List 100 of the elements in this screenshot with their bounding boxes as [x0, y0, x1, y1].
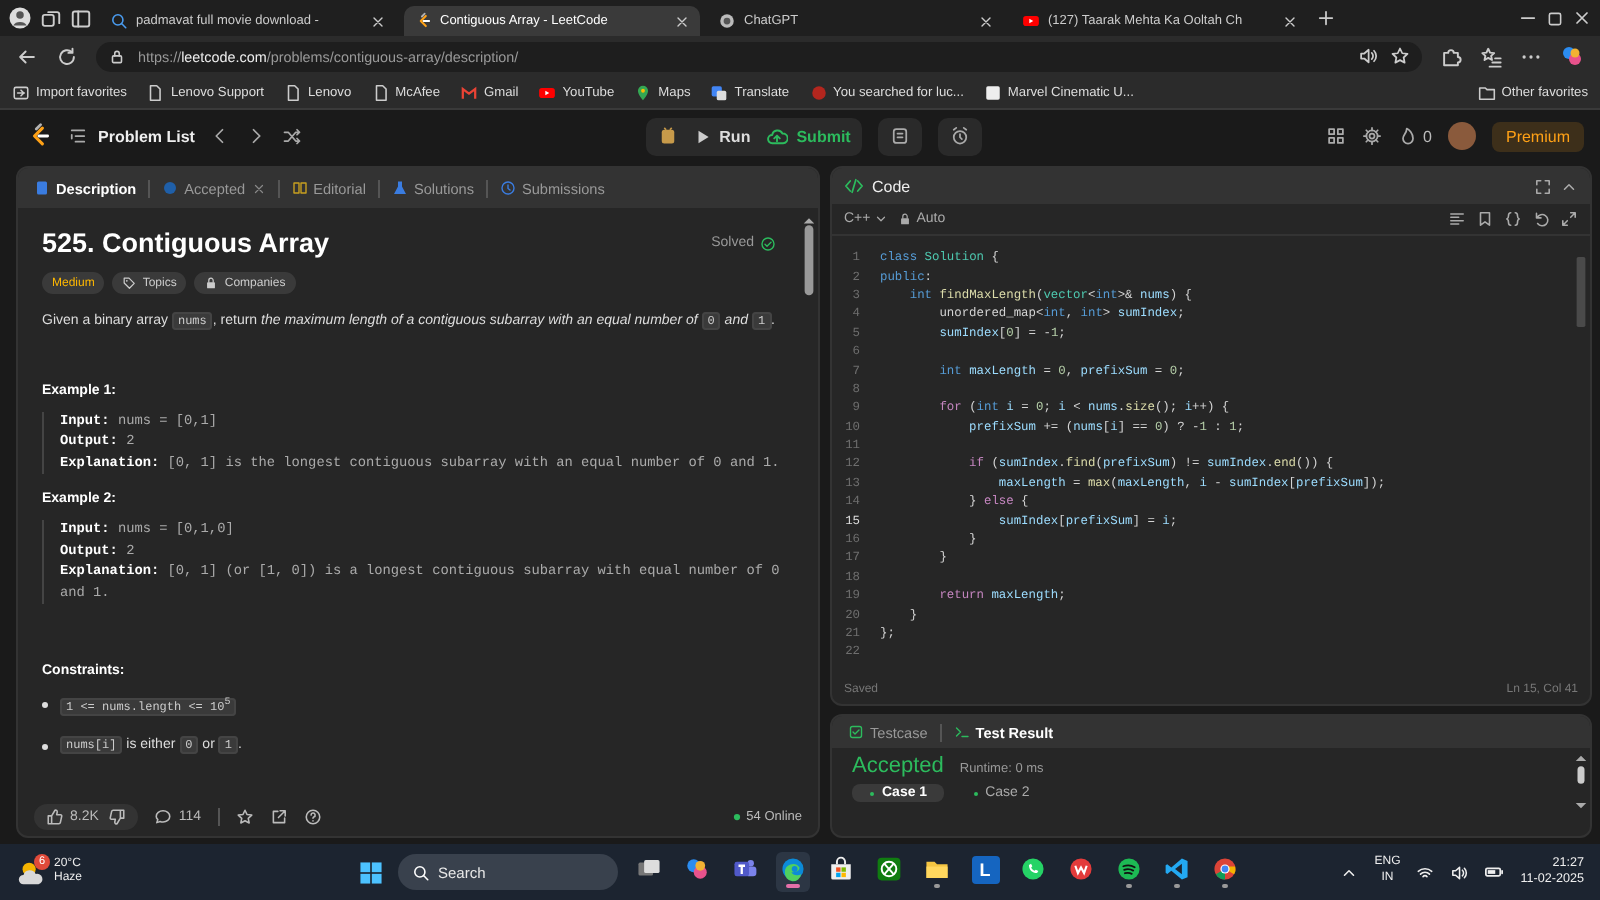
close-icon[interactable]	[1572, 8, 1592, 28]
format-icon[interactable]	[1448, 210, 1466, 228]
shuffle-icon[interactable]	[282, 126, 303, 146]
comment-icon	[154, 808, 173, 826]
help-icon[interactable]	[303, 808, 322, 826]
search-icon	[110, 12, 128, 30]
document-icon	[34, 180, 50, 196]
list-icon	[68, 126, 88, 146]
thumbs-down-icon[interactable]	[108, 808, 127, 826]
play-icon	[1022, 12, 1040, 30]
star-icon[interactable]	[1390, 46, 1410, 66]
copilot-icon	[684, 856, 710, 883]
maximize-icon[interactable]	[1546, 9, 1564, 27]
scrollbar-drawing	[1574, 752, 1588, 812]
notes-icon[interactable]	[890, 126, 911, 146]
wifi-icon[interactable]	[1416, 863, 1435, 881]
close-icon[interactable]	[1282, 13, 1298, 29]
premium-button[interactable]: Premium	[1491, 121, 1584, 151]
folder-icon	[1477, 83, 1496, 101]
check-dot-icon	[868, 789, 876, 797]
music-icon	[1116, 856, 1142, 883]
clock-icon	[499, 180, 516, 196]
grid-icon[interactable]	[1325, 126, 1346, 146]
workspaces-icon[interactable]	[40, 7, 62, 29]
circle-icon	[718, 12, 736, 30]
browser-icon	[1212, 856, 1238, 883]
close-icon[interactable]	[978, 13, 994, 29]
code-icon	[844, 176, 864, 196]
star-icon[interactable]	[235, 808, 254, 826]
alarm-clock-icon[interactable]	[950, 126, 971, 146]
avatar[interactable]	[1447, 122, 1476, 150]
play-icon	[693, 127, 712, 145]
undo-icon[interactable]	[1532, 210, 1550, 228]
caret-icon	[874, 212, 889, 226]
expand-icon[interactable]	[1560, 210, 1578, 228]
fire-icon[interactable]	[1397, 126, 1418, 146]
map-pin-icon	[634, 83, 653, 101]
page-icon	[146, 83, 165, 101]
scrollbar-drawing	[1574, 252, 1588, 332]
debug-icon[interactable]	[657, 126, 678, 146]
wps-icon	[1068, 856, 1094, 883]
mail-icon	[460, 83, 479, 101]
flask-icon	[391, 180, 408, 196]
browser-icon	[780, 856, 806, 883]
lock-icon	[204, 276, 219, 290]
play-icon	[538, 83, 557, 101]
terminal-icon	[953, 724, 970, 740]
folder-icon	[924, 856, 950, 883]
app-tile: L	[971, 855, 999, 884]
square-icon	[983, 83, 1002, 101]
battery-icon[interactable]	[1484, 862, 1505, 882]
panel-title: Code	[872, 177, 911, 195]
translate-icon	[710, 83, 729, 101]
page-icon	[371, 83, 390, 101]
settings-icon[interactable]	[1361, 126, 1382, 146]
page-icon	[284, 83, 303, 101]
extensions-icon[interactable]	[1440, 45, 1462, 67]
lock-icon	[898, 212, 913, 226]
reload-icon[interactable]	[56, 45, 78, 67]
cloud-upload-icon	[766, 125, 789, 147]
bookmark-icon[interactable]	[1476, 210, 1494, 228]
check-circle-icon	[760, 235, 776, 251]
book-icon	[291, 180, 308, 196]
run-button[interactable]: Run	[693, 127, 751, 145]
lock-icon	[108, 47, 126, 65]
xbox-icon	[876, 856, 902, 883]
volume-icon[interactable]	[1450, 863, 1469, 881]
verdict-text: Accepted	[852, 754, 944, 778]
tag-icon	[122, 276, 137, 290]
import-icon	[12, 83, 30, 101]
online-dot-icon	[732, 812, 743, 822]
copilot-icon[interactable]	[1560, 44, 1584, 68]
back-icon[interactable]	[16, 45, 38, 67]
problem-title: 525. Contiguous Array	[42, 228, 330, 258]
checkbox-icon	[848, 724, 864, 740]
submit-button[interactable]: Submit	[766, 125, 851, 147]
taskbar-app[interactable]	[776, 852, 810, 892]
leetcode-logo-icon	[414, 12, 432, 30]
circle-icon	[809, 83, 828, 101]
favorites-icon[interactable]	[1480, 45, 1502, 67]
close-icon[interactable]	[674, 13, 690, 29]
close-icon[interactable]	[370, 13, 386, 29]
phone-bubble-icon	[1020, 856, 1046, 883]
fullscreen-icon[interactable]	[1534, 177, 1552, 195]
read-aloud-icon[interactable]	[1358, 46, 1378, 66]
clock-icon	[162, 180, 179, 196]
code-editor-icon	[1164, 856, 1190, 883]
store-icon	[828, 856, 854, 883]
braces-icon[interactable]	[1504, 210, 1522, 228]
vertical-tabs-icon[interactable]	[70, 7, 92, 29]
streak-count: 0	[1423, 127, 1432, 145]
start-icon[interactable]	[358, 859, 384, 885]
problem-list-button[interactable]: Problem List	[68, 126, 195, 146]
share-icon[interactable]	[269, 808, 288, 826]
bullet-icon	[42, 702, 48, 709]
bullet-icon	[42, 743, 48, 750]
thumbs-up-icon	[46, 808, 64, 826]
taskbar-app[interactable]: L	[968, 852, 1002, 892]
search-icon	[412, 863, 430, 881]
new-tab-icon[interactable]	[1316, 8, 1336, 28]
